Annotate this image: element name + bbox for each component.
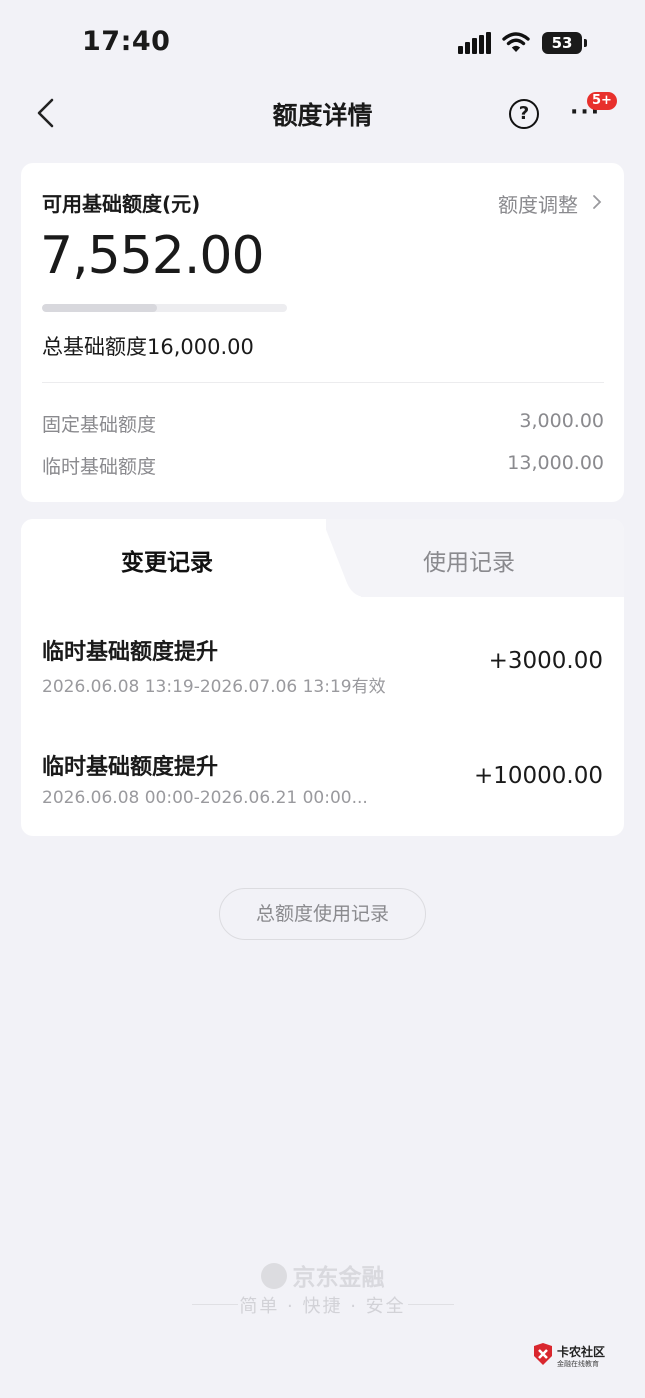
record-subtitle: 2026.06.08 13:19-2026.07.06 13:19有效 bbox=[42, 677, 386, 697]
status-time: 17:40 bbox=[82, 26, 171, 57]
credit-usage-bar bbox=[42, 304, 287, 312]
brand-slogan: 简单 · 快捷 · 安全 bbox=[239, 1296, 406, 1317]
record-amount: +10000.00 bbox=[473, 763, 603, 789]
watermark-title: 卡农社区 bbox=[557, 1345, 606, 1359]
notification-badge: 5+ bbox=[587, 92, 617, 110]
brand-name: 京东金融 bbox=[292, 1265, 385, 1291]
record-title: 临时基础额度提升 bbox=[42, 640, 219, 665]
credit-adjust-link[interactable]: 额度调整 bbox=[498, 189, 578, 218]
total-credit-text: 总基础额度16,000.00 bbox=[42, 335, 254, 359]
watermark-subtitle: 金融在线教育 bbox=[557, 1360, 599, 1368]
wifi-icon bbox=[502, 32, 530, 52]
records-card: 变更记录 使用记录 临时基础额度提升 2026.06.08 13:19-2026… bbox=[21, 519, 624, 836]
temporary-credit-value: 13,000.00 bbox=[507, 452, 604, 474]
available-credit-label: 可用基础额度(元) bbox=[42, 192, 201, 216]
brand-logo: 京东金融 bbox=[0, 1258, 645, 1292]
record-title: 临时基础额度提升 bbox=[42, 755, 219, 780]
tab-usage-records[interactable]: 使用记录 bbox=[423, 543, 515, 577]
battery-icon: 53 bbox=[542, 32, 582, 54]
chevron-right-icon bbox=[593, 195, 602, 209]
total-credit-history-button[interactable]: 总额度使用记录 bbox=[219, 888, 426, 940]
temporary-credit-label: 临时基础额度 bbox=[42, 456, 157, 478]
divider bbox=[42, 382, 604, 383]
watermark-logo-icon bbox=[534, 1343, 552, 1365]
fixed-credit-value: 3,000.00 bbox=[519, 410, 604, 432]
credit-usage-bar-fill bbox=[42, 304, 158, 312]
available-credit-amount: 7,552.00 bbox=[40, 226, 265, 286]
tab-change-records[interactable]: 变更记录 bbox=[121, 543, 213, 577]
battery-cap bbox=[584, 39, 587, 47]
record-subtitle: 2026.06.08 00:00-2026.06.21 00:00... bbox=[42, 788, 368, 808]
record-amount: +3000.00 bbox=[488, 648, 603, 674]
cellular-signal-icon bbox=[458, 32, 492, 54]
brand-icon bbox=[260, 1263, 287, 1289]
fixed-credit-label: 固定基础额度 bbox=[42, 414, 157, 436]
page-title: 额度详情 bbox=[272, 101, 373, 130]
help-icon[interactable]: ? bbox=[509, 99, 539, 129]
